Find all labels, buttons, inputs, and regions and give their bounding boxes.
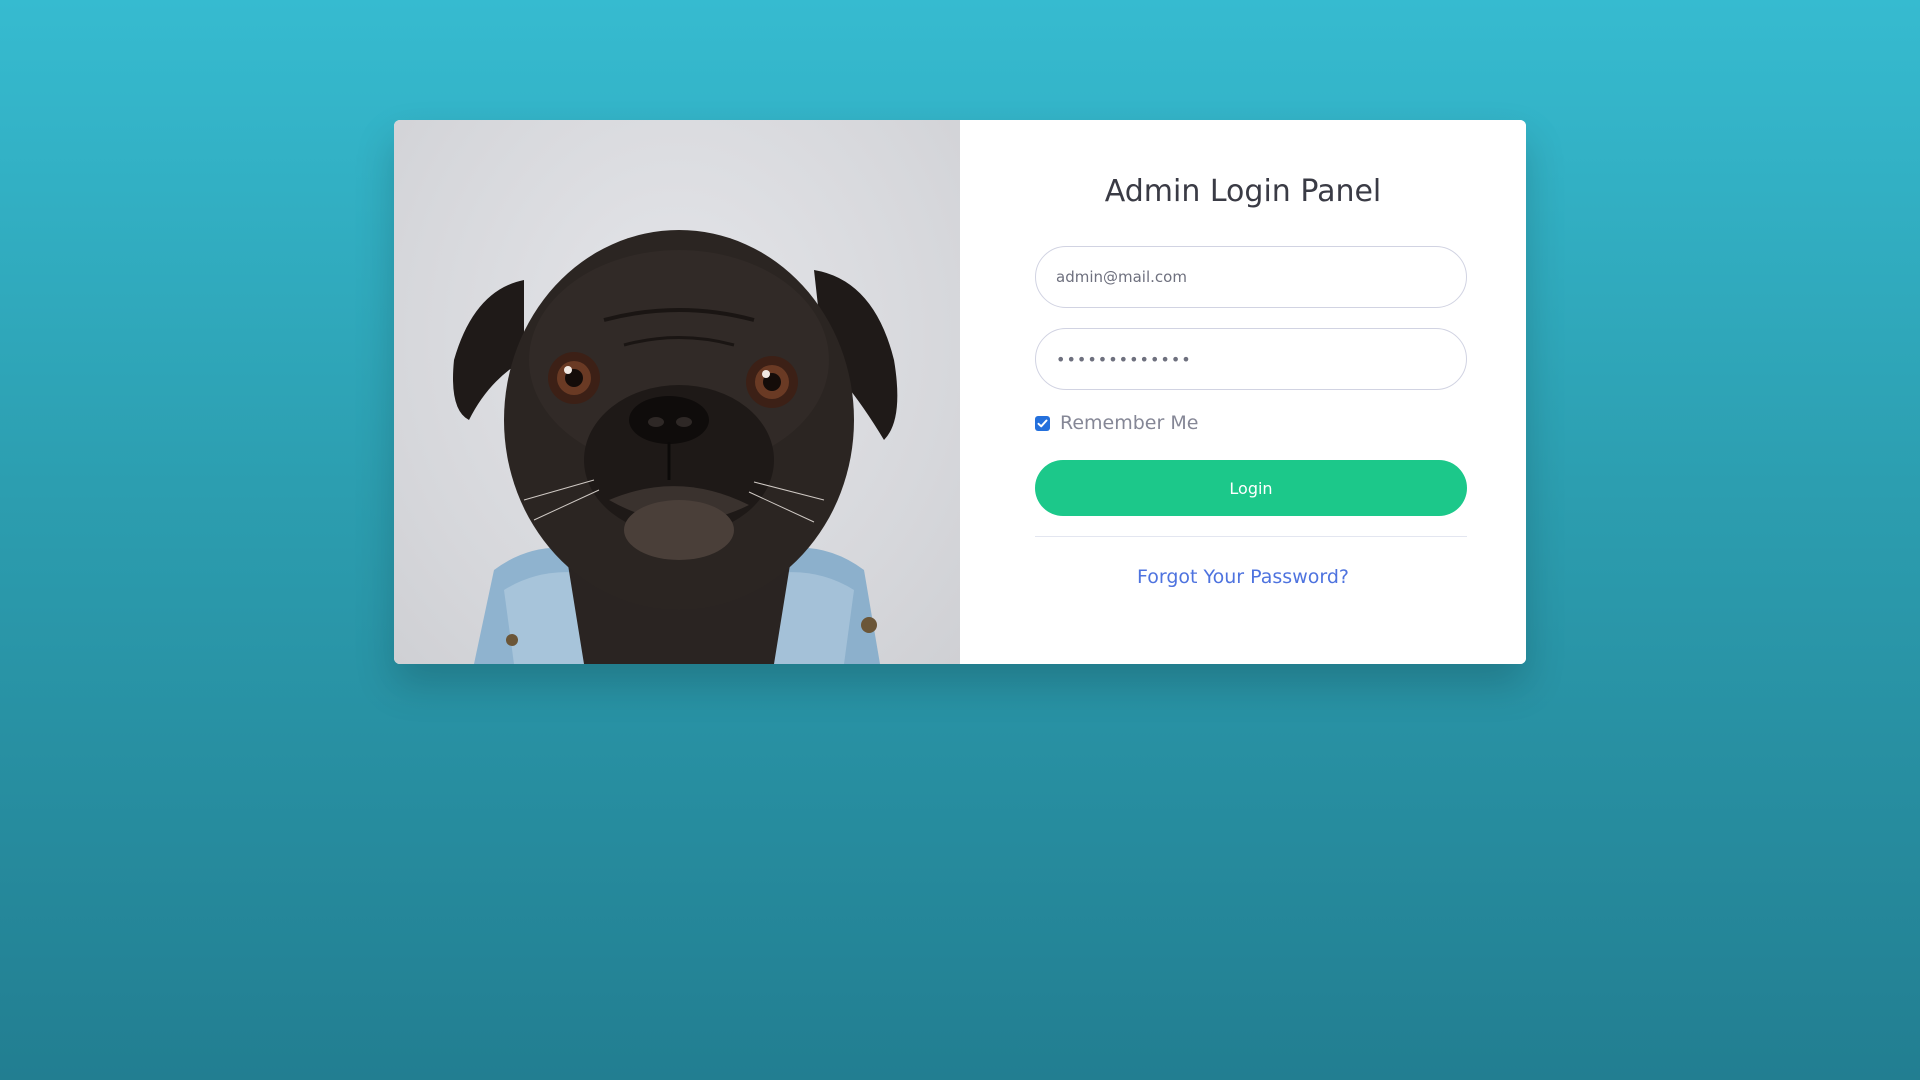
login-card: Admin Login Panel Remember Me Login Forg… <box>394 120 1526 664</box>
login-button[interactable]: Login <box>1035 460 1467 516</box>
remember-me-label[interactable]: Remember Me <box>1060 412 1198 434</box>
login-form-panel: Admin Login Panel Remember Me Login Forg… <box>960 120 1526 664</box>
pug-photo <box>394 120 960 664</box>
email-input[interactable] <box>1035 246 1467 308</box>
checkmark-icon <box>1037 419 1048 427</box>
divider <box>1035 536 1467 537</box>
forgot-password-link[interactable]: Forgot Your Password? <box>960 566 1526 588</box>
page-title: Admin Login Panel <box>1104 174 1382 209</box>
remember-me-checkbox[interactable] <box>1035 415 1050 431</box>
remember-me-row: Remember Me <box>1035 412 1198 434</box>
password-input[interactable] <box>1035 328 1467 390</box>
